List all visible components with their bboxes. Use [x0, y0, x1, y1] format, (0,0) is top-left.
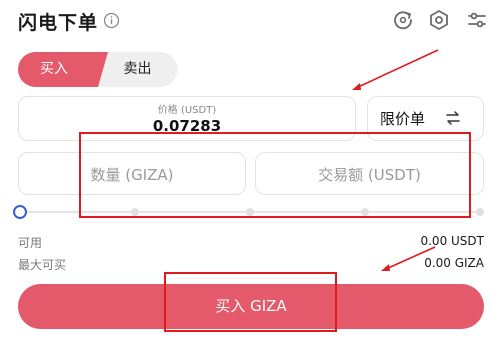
available-value: 0.00 USDT — [420, 234, 484, 248]
quantity-placeholder: 数量 (GIZA) — [90, 166, 174, 184]
gear-icon[interactable] — [428, 9, 450, 31]
amount-placeholder: 交易额 (USDT) — [318, 166, 421, 184]
max-buy-value: 0.00 GIZA — [424, 256, 484, 270]
price-value[interactable]: 0.07283 — [18, 117, 356, 135]
buy-button-label: 买入 GIZA — [215, 297, 287, 315]
page-title: 闪电下单 — [18, 12, 99, 34]
max-buy-label: 最大可买 — [18, 258, 67, 272]
slider-handle[interactable] — [13, 205, 27, 219]
order-type-label: 限价单 — [380, 110, 426, 128]
slider-step-75[interactable] — [361, 208, 369, 216]
refresh-icon[interactable] — [392, 9, 414, 31]
available-label: 可用 — [18, 236, 43, 250]
slider-step-100[interactable] — [476, 208, 484, 216]
sell-tab[interactable]: 卖出 — [100, 52, 175, 87]
buy-tab[interactable]: 买入 — [18, 52, 90, 87]
info-icon[interactable] — [103, 12, 120, 29]
tune-icon[interactable] — [466, 9, 488, 31]
slider-step-50[interactable] — [246, 208, 254, 216]
swap-icon — [446, 111, 460, 125]
price-label: 价格 (USDT) — [157, 105, 217, 116]
slider-step-25[interactable] — [131, 208, 139, 216]
